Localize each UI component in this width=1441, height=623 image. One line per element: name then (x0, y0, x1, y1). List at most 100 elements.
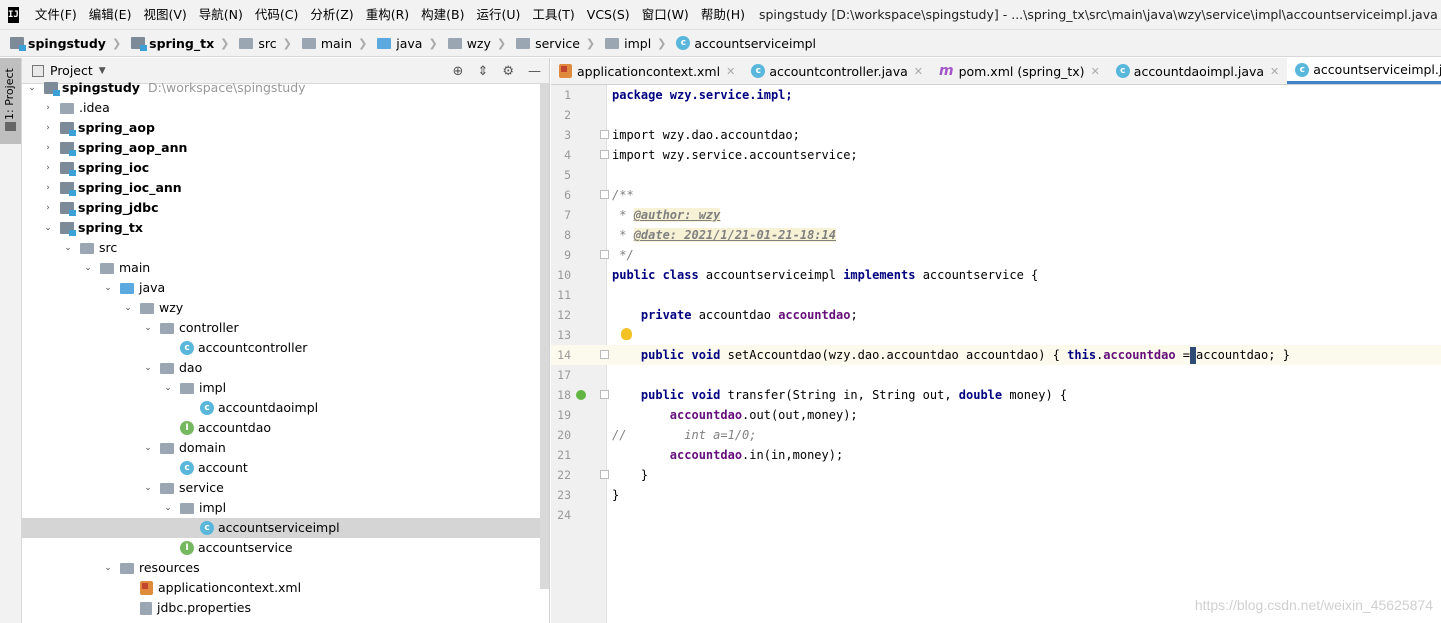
chevron-right-icon[interactable]: › (42, 138, 54, 158)
chevron-down-icon[interactable]: ⌄ (26, 78, 38, 98)
tab-accountcontroller[interactable]: c accountcontroller.java ✕ (743, 58, 931, 84)
breadcrumb-item[interactable]: src ❯ (229, 36, 292, 51)
chevron-down-icon[interactable]: ⌄ (142, 478, 154, 498)
menu-edit[interactable]: 编辑(E) (83, 0, 138, 29)
tree-row[interactable]: ›Iaccountdao (22, 418, 549, 438)
close-icon[interactable]: ✕ (726, 65, 735, 78)
tree-row-selected[interactable]: ›caccountserviceimpl (22, 518, 549, 538)
project-panel-title[interactable]: Project (50, 63, 93, 78)
tab-accountserviceimpl[interactable]: caccountserviceimpl.java✕ (1287, 58, 1441, 84)
collapse-all-icon[interactable]: ⇕ (477, 64, 488, 79)
project-tool-tab[interactable]: 1: Project (0, 58, 21, 144)
breadcrumb-item[interactable]: wzy ❯ (438, 36, 506, 51)
tree-row[interactable]: ⌄ impl (22, 378, 549, 398)
tree-row[interactable]: › spring_jdbc (22, 198, 549, 218)
tree-row[interactable]: ⌄ java (22, 278, 549, 298)
tree-row[interactable]: ⌄ service (22, 478, 549, 498)
tab-pom[interactable]: m pom.xml (spring_tx) ✕ (931, 58, 1108, 84)
fold-marker[interactable] (600, 390, 609, 399)
menu-refactor[interactable]: 重构(R) (360, 0, 415, 29)
chevron-down-icon[interactable]: ▼ (99, 66, 106, 76)
tree-row[interactable]: ⌄ resources (22, 558, 549, 578)
chevron-right-icon[interactable]: › (42, 118, 54, 138)
breadcrumb-item[interactable]: main ❯ (292, 36, 367, 51)
tab-applicationcontext[interactable]: applicationcontext.xml ✕ (551, 58, 743, 84)
interface-icon: I (180, 421, 194, 435)
tree-row[interactable]: ⌄ src (22, 238, 549, 258)
tree-row[interactable]: ›caccountdaoimpl (22, 398, 549, 418)
chevron-down-icon[interactable]: ⌄ (162, 498, 174, 518)
tree-row[interactable]: ›Iaccountservice (22, 538, 549, 558)
minimize-icon[interactable]: — (528, 64, 541, 79)
tree-row[interactable]: ⌄ spring_tx (22, 218, 549, 238)
chevron-down-icon[interactable]: ⌄ (122, 298, 134, 318)
menu-window[interactable]: 窗口(W) (636, 0, 695, 29)
chevron-down-icon[interactable]: ⌄ (162, 378, 174, 398)
tree-row[interactable]: › spring_aop (22, 118, 549, 138)
fold-marker[interactable] (600, 130, 609, 139)
chevron-down-icon[interactable]: ⌄ (102, 558, 114, 578)
menu-vcs[interactable]: VCS(S) (581, 0, 636, 29)
tree-row[interactable]: › spring_ioc (22, 158, 549, 178)
chevron-right-icon[interactable]: › (42, 98, 54, 118)
gear-icon[interactable]: ⚙ (502, 64, 514, 79)
fold-marker[interactable] (600, 470, 609, 479)
menu-tools[interactable]: 工具(T) (526, 0, 580, 29)
tree-row[interactable]: ›applicationcontext.xml (22, 578, 549, 598)
lightbulb-icon[interactable] (621, 328, 632, 340)
chevron-down-icon[interactable]: ⌄ (102, 278, 114, 298)
tree-row[interactable]: ›caccount (22, 458, 549, 478)
menu-analyze[interactable]: 分析(Z) (304, 0, 359, 29)
close-icon[interactable]: ✕ (1091, 65, 1100, 78)
breadcrumb-item[interactable]: java ❯ (367, 36, 438, 51)
menu-bar: IJ 文件(F) 编辑(E) 视图(V) 导航(N) 代码(C) 分析(Z) 重… (0, 0, 1441, 29)
menu-view[interactable]: 视图(V) (137, 0, 192, 29)
locate-icon[interactable]: ⊕ (453, 64, 464, 79)
class-icon: c (200, 521, 214, 535)
breadcrumb-item[interactable]: spingstudy ❯ (0, 36, 121, 51)
fold-marker[interactable] (600, 250, 609, 259)
breadcrumb-item[interactable]: c accountserviceimpl (666, 36, 816, 51)
properties-file-icon (140, 601, 152, 615)
breadcrumb-item[interactable]: service ❯ (506, 36, 595, 51)
menu-help[interactable]: 帮助(H) (695, 0, 751, 29)
tree-row[interactable]: › spring_aop_ann (22, 138, 549, 158)
chevron-down-icon[interactable]: ⌄ (142, 438, 154, 458)
fold-marker[interactable] (600, 150, 609, 159)
code-area[interactable]: 1 package wzy.service.impl; 2 3 import wzy… (551, 85, 1441, 525)
menu-code[interactable]: 代码(C) (249, 0, 304, 29)
chevron-down-icon[interactable]: ⌄ (142, 358, 154, 378)
tree-row[interactable]: ⌄ impl (22, 498, 549, 518)
menu-build[interactable]: 构建(B) (415, 0, 470, 29)
fold-marker[interactable] (600, 350, 609, 359)
chevron-right-icon[interactable]: › (42, 198, 54, 218)
tree-row[interactable]: ›caccountcontroller (22, 338, 549, 358)
chevron-right-icon[interactable]: › (42, 178, 54, 198)
implements-gutter-icon[interactable] (576, 390, 586, 400)
chevron-down-icon[interactable]: ⌄ (42, 218, 54, 238)
menu-file[interactable]: 文件(F) (29, 0, 83, 29)
tree-row[interactable]: ⌄ controller (22, 318, 549, 338)
tree-row[interactable]: ›jdbc.properties (22, 598, 549, 618)
chevron-down-icon[interactable]: ⌄ (142, 318, 154, 338)
menu-navigate[interactable]: 导航(N) (193, 0, 249, 29)
tree-row-root[interactable]: ⌄ spingstudy D:\workspace\spingstudy (22, 78, 549, 98)
tree-row[interactable]: ⌄ wzy (22, 298, 549, 318)
tree-row[interactable]: › .idea (22, 98, 549, 118)
menu-run[interactable]: 运行(U) (470, 0, 526, 29)
tree-row[interactable]: › spring_ioc_ann (22, 178, 549, 198)
tree-row[interactable]: ⌄ dao (22, 358, 549, 378)
chevron-down-icon[interactable]: ⌄ (82, 258, 94, 278)
tab-accountdaoimpl[interactable]: c accountdaoimpl.java ✕ (1108, 58, 1287, 84)
breadcrumb-item[interactable]: impl ❯ (595, 36, 666, 51)
fold-marker[interactable] (600, 190, 609, 199)
tool-window-strip: 1: Project (0, 58, 22, 623)
scrollbar[interactable] (540, 84, 549, 589)
close-icon[interactable]: ✕ (1270, 65, 1279, 78)
chevron-down-icon[interactable]: ⌄ (62, 238, 74, 258)
tree-row[interactable]: ⌄ main (22, 258, 549, 278)
breadcrumb-item[interactable]: spring_tx ❯ (121, 36, 229, 51)
close-icon[interactable]: ✕ (914, 65, 923, 78)
chevron-right-icon[interactable]: › (42, 158, 54, 178)
tree-row[interactable]: ⌄ domain (22, 438, 549, 458)
